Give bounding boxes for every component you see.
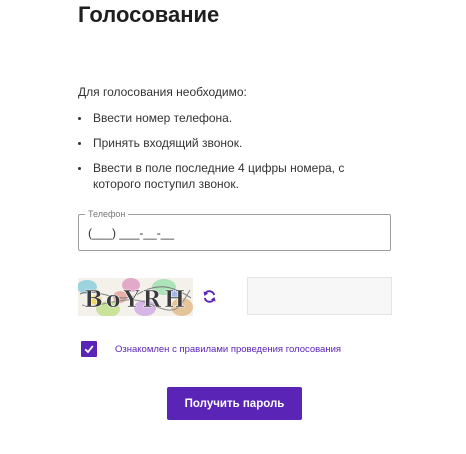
- step-text: Ввести номер телефона.: [93, 111, 233, 125]
- captcha-image: BoYRH: [78, 278, 193, 316]
- step-text: Принять входящий звонок.: [93, 136, 243, 150]
- bullet-icon: [78, 142, 81, 145]
- captcha-text: BoYRH: [84, 286, 188, 313]
- list-item: Принять входящий звонок.: [78, 135, 388, 151]
- list-item: Ввести номер телефона.: [78, 110, 388, 126]
- agree-checkbox[interactable]: [81, 341, 97, 357]
- page-title: Голосование: [78, 2, 220, 27]
- agree-label[interactable]: Ознакомлен с правилами проведения голосо…: [115, 344, 341, 355]
- phone-input[interactable]: [88, 225, 378, 241]
- bullet-icon: [78, 167, 81, 170]
- intro-text: Для голосования необходимо:: [78, 85, 247, 99]
- bullet-icon: [78, 117, 81, 120]
- get-password-button[interactable]: Получить пароль: [167, 387, 302, 420]
- captcha-input[interactable]: [247, 277, 392, 315]
- checkmark-icon: [84, 345, 94, 354]
- refresh-icon[interactable]: [202, 289, 217, 304]
- steps-list: Ввести номер телефона. Принять входящий …: [78, 110, 388, 201]
- step-text: Ввести в поле последние 4 цифры номера, …: [93, 161, 345, 191]
- list-item: Ввести в поле последние 4 цифры номера, …: [78, 160, 388, 192]
- phone-legend: Телефон: [85, 208, 129, 220]
- phone-field: Телефон: [78, 208, 391, 251]
